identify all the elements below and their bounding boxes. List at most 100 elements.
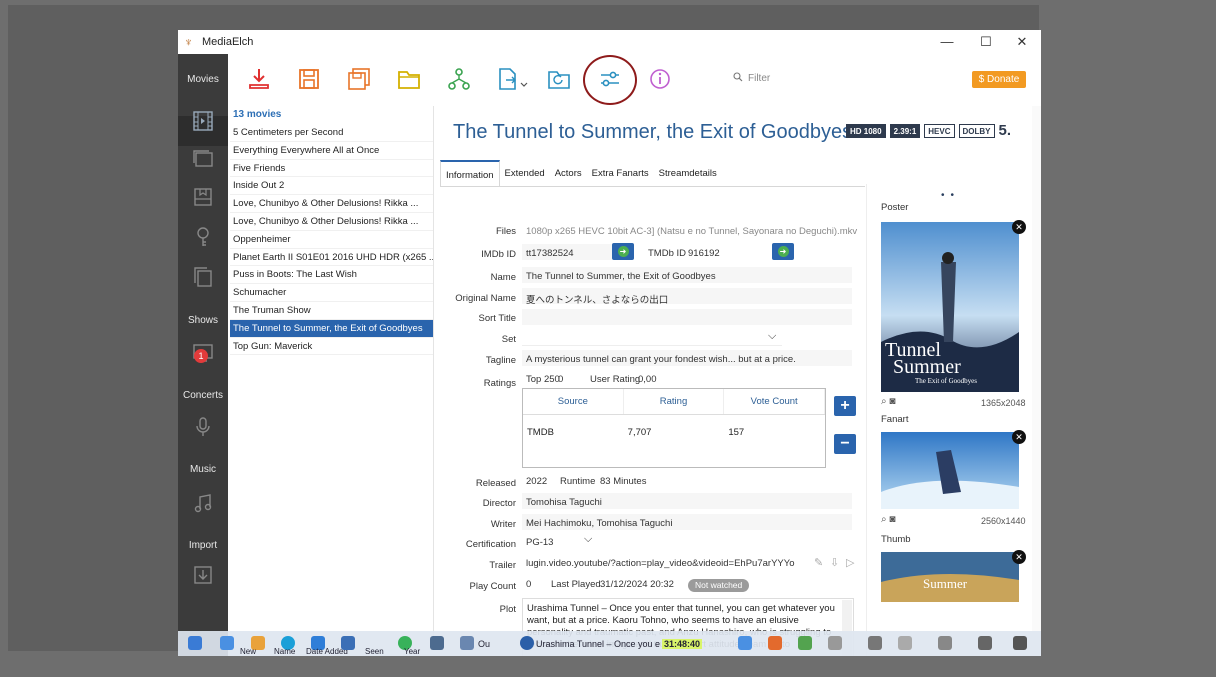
download-trailer-icon[interactable]: ⇩ bbox=[830, 556, 839, 569]
fanart-remove-icon[interactable]: ✕ bbox=[1012, 430, 1026, 444]
start-icon[interactable] bbox=[188, 636, 202, 650]
list-item[interactable]: Schumacher bbox=[230, 284, 433, 302]
thumb-remove-icon[interactable]: ✕ bbox=[1012, 550, 1026, 564]
sidebar-section-movies[interactable]: Movies bbox=[178, 74, 228, 85]
director-input[interactable]: Tomohisa Taguchi bbox=[526, 497, 602, 508]
save-icon[interactable] bbox=[296, 66, 322, 92]
fanart-image[interactable] bbox=[881, 432, 1019, 509]
list-item[interactable]: 5 Centimeters per Second bbox=[230, 124, 433, 142]
tab-extended[interactable]: Extended bbox=[500, 160, 550, 186]
list-item[interactable]: Oppenheimer bbox=[230, 231, 433, 249]
last-played-input[interactable]: 31/12/2024 20:32 bbox=[600, 579, 674, 590]
open-folder-icon[interactable] bbox=[396, 66, 422, 92]
column-header-rating[interactable]: Rating bbox=[624, 389, 725, 414]
list-item[interactable]: Puss in Boots: The Last Wish bbox=[230, 266, 433, 285]
tab-actors[interactable]: Actors bbox=[550, 160, 587, 186]
list-item[interactable]: Top Gun: Maverick bbox=[230, 338, 433, 356]
watched-status-badge[interactable]: Not watched bbox=[688, 579, 750, 592]
taskbar-app-icon[interactable] bbox=[220, 636, 234, 650]
runtime-input[interactable]: 83 Minutes bbox=[600, 476, 646, 487]
certification-dropdown[interactable]: PG-13 bbox=[526, 537, 553, 548]
music-note-icon[interactable] bbox=[191, 492, 215, 514]
set-dropdown[interactable] bbox=[522, 330, 782, 346]
movies-film-icon[interactable] bbox=[191, 110, 215, 132]
tray-icon-6[interactable] bbox=[898, 636, 912, 650]
sidebar-section-music[interactable]: Music bbox=[178, 464, 228, 475]
store-icon[interactable] bbox=[341, 636, 355, 650]
tab-streamdetails[interactable]: Streamdetails bbox=[654, 160, 722, 186]
taskbar-item-2[interactable]: Urashima Tunnel – Once you e bbox=[536, 639, 660, 649]
tray-icon-1[interactable] bbox=[738, 636, 752, 650]
microphone-icon[interactable] bbox=[191, 416, 215, 438]
close-button[interactable]: ✕ bbox=[1004, 30, 1040, 54]
list-item[interactable]: The Truman Show bbox=[230, 302, 433, 320]
rename-files-icon[interactable] bbox=[446, 66, 472, 92]
files-value[interactable]: 1080p x265 HEVC 10bit AC-3] (Natsu e no … bbox=[526, 226, 861, 237]
reload-folder-icon[interactable] bbox=[546, 66, 572, 92]
poster-zoom-camera-icon[interactable]: ⌕ ◙ bbox=[881, 396, 895, 407]
volume-icon[interactable] bbox=[978, 636, 992, 650]
play-count-input[interactable]: 0 bbox=[526, 579, 531, 590]
list-item[interactable]: Everything Everywhere All at Once bbox=[230, 142, 433, 160]
list-item[interactable]: Planet Earth II S01E01 2016 UHD HDR (x26… bbox=[230, 249, 433, 267]
filter-field[interactable]: Filter bbox=[733, 72, 770, 84]
media-player-icon[interactable] bbox=[520, 636, 534, 650]
tmdb-open-button[interactable]: ➜ bbox=[772, 243, 794, 260]
about-info-icon[interactable] bbox=[647, 66, 673, 92]
save-all-icon[interactable] bbox=[346, 66, 372, 92]
taskbar-item-1[interactable]: Ou bbox=[478, 639, 490, 649]
poster-remove-icon[interactable]: ✕ bbox=[1012, 220, 1026, 234]
list-item[interactable]: Love, Chunibyo & Other Delusions! Rikka … bbox=[230, 213, 433, 231]
maximize-button[interactable]: ☐ bbox=[968, 30, 1004, 54]
import-download-icon[interactable] bbox=[191, 564, 215, 586]
network-icon[interactable] bbox=[938, 636, 952, 650]
imdb-open-button[interactable]: ➜ bbox=[612, 243, 634, 260]
tmdb-id-input[interactable]: 916192 bbox=[688, 248, 720, 259]
sidebar-section-shows[interactable]: Shows bbox=[178, 315, 228, 326]
document-icon[interactable] bbox=[460, 636, 474, 650]
list-item[interactable]: Love, Chunibyo & Other Delusions! Rikka … bbox=[230, 195, 433, 213]
notifications-icon[interactable] bbox=[1013, 636, 1027, 650]
name-input[interactable]: The Tunnel to Summer, the Exit of Goodby… bbox=[526, 271, 716, 282]
detail-scrollbar[interactable] bbox=[1032, 106, 1041, 656]
chevron-down-icon[interactable]: ⌵ bbox=[768, 330, 776, 343]
movie-sets-icon[interactable] bbox=[191, 147, 215, 169]
list-item[interactable]: Five Friends bbox=[230, 160, 433, 178]
terminal-icon[interactable] bbox=[430, 636, 444, 650]
tray-icon-4[interactable] bbox=[828, 636, 842, 650]
sidebar-section-concerts[interactable]: Concerts bbox=[178, 390, 228, 401]
minimize-button[interactable]: — bbox=[929, 30, 965, 54]
scrape-download-icon[interactable] bbox=[246, 66, 272, 92]
genres-icon[interactable] bbox=[191, 186, 215, 208]
tray-icon-5[interactable] bbox=[868, 636, 882, 650]
remove-rating-button[interactable]: − bbox=[834, 434, 856, 454]
tray-icon-2[interactable] bbox=[768, 636, 782, 650]
add-rating-button[interactable]: + bbox=[834, 396, 856, 416]
chevron-down-icon[interactable]: ⌵ bbox=[584, 533, 592, 546]
original-name-input[interactable]: 夏へのトンネル、さよならの出口 bbox=[526, 292, 668, 306]
table-row[interactable]: TMDB 7,707 157 bbox=[523, 421, 825, 445]
certifications-icon[interactable] bbox=[191, 226, 215, 248]
tab-extra-fanarts[interactable]: Extra Fanarts bbox=[587, 160, 654, 186]
duplicates-icon[interactable] bbox=[191, 266, 215, 288]
tagline-input[interactable]: A mysterious tunnel can grant your fonde… bbox=[526, 354, 796, 365]
top250-input[interactable]: 0 bbox=[558, 374, 563, 385]
imdb-id-input[interactable]: tt17382524 bbox=[526, 248, 574, 259]
released-input[interactable]: 2022 bbox=[526, 476, 547, 487]
user-rating-input[interactable]: 0,00 bbox=[638, 374, 657, 385]
tab-information[interactable]: Information bbox=[440, 160, 500, 186]
trailer-input[interactable]: lugin.video.youtube/?action=play_video&v… bbox=[526, 558, 812, 569]
list-item-selected[interactable]: The Tunnel to Summer, the Exit of Goodby… bbox=[230, 319, 433, 338]
tray-icon-3[interactable] bbox=[798, 636, 812, 650]
sidebar-section-import[interactable]: Import bbox=[178, 540, 228, 551]
list-item[interactable]: Inside Out 2 bbox=[230, 177, 433, 196]
donate-button[interactable]: $ Donate bbox=[972, 71, 1026, 88]
pencil-icon[interactable]: ✎ bbox=[814, 556, 823, 569]
export-dropdown-icon[interactable] bbox=[496, 66, 530, 92]
page-dots[interactable]: •• bbox=[941, 190, 960, 201]
fanart-zoom-camera-icon[interactable]: ⌕ ◙ bbox=[881, 514, 895, 525]
column-header-source[interactable]: Source bbox=[523, 389, 624, 414]
column-header-vote-count[interactable]: Vote Count bbox=[724, 389, 826, 414]
sort-title-input[interactable] bbox=[522, 309, 852, 325]
settings-sliders-icon[interactable] bbox=[597, 66, 623, 92]
